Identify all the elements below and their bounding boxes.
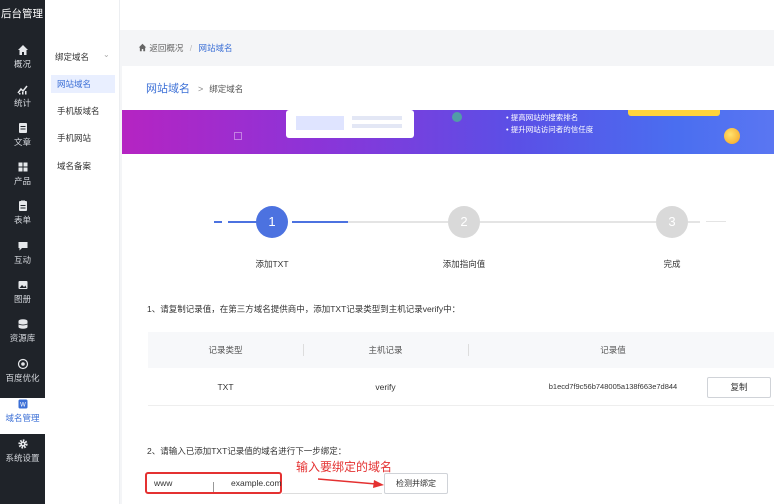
sidebar-item-articles[interactable]: 文章 [0, 122, 45, 158]
step-3-label: 完成 [663, 259, 681, 269]
chat-icon [18, 242, 27, 251]
record-value: b1ecd7f9c56b748005a138f663e7d844 [548, 382, 678, 391]
sidebar-item-resources[interactable]: 资源库 [0, 318, 45, 354]
submenu-item-site-domain[interactable]: 网站域名 [51, 75, 115, 93]
domain-icon: W [18, 399, 27, 409]
step-1-circle: 1 [256, 206, 288, 238]
instruction-step-1: 1、请复制记录值，在第三方域名提供商中，添加TXT记录类型到主机记录verify… [147, 304, 461, 314]
domain-input[interactable]: www example.com [145, 472, 282, 494]
submenu-item-mobile-site[interactable]: 手机网站 [51, 129, 115, 147]
banner-illustration-card [286, 110, 414, 138]
submenu-item-mobile-domain[interactable]: 手机版域名 [51, 102, 115, 120]
sidebar-item-baidu-seo[interactable]: 百度优化 [0, 358, 45, 394]
banner-benefits: • 提高网站的搜索排名 • 提升网站访问者的信任度 [506, 113, 594, 134]
main-panel: 网站域名 > 绑定域名 • 提高网站的搜索排名 • 提升网站访问者的信任度 1 2 … [122, 66, 774, 504]
seo-icon [17, 358, 28, 370]
instruction-step-2: 2、请输入已添加TXT记录值的域名进行下一步绑定： [147, 446, 347, 456]
home-icon [138, 43, 147, 52]
shield-icon [452, 112, 462, 122]
sidebar-item-system-settings[interactable]: 系统设置 [0, 438, 45, 474]
chevron-down-icon: ⌄ [103, 50, 110, 59]
step-3-circle: 3 [656, 206, 688, 238]
chevron-right-icon: > [198, 84, 204, 94]
grid-icon [18, 162, 27, 172]
sidebar-item-interaction[interactable]: 互动 [0, 240, 45, 276]
progress-steps: 1 2 3 添加TXT 添加指向值 完成 [122, 198, 774, 278]
lock-icon [234, 132, 242, 140]
sidebar-item-stats[interactable]: 统计 [0, 83, 45, 119]
sidebar-item-overview[interactable]: 概况 [0, 44, 45, 80]
promo-banner: • 提高网站的搜索排名 • 提升网站访问者的信任度 [122, 110, 774, 154]
sidebar-item-gallery[interactable]: 图册 [0, 279, 45, 315]
home-icon [17, 45, 28, 55]
step-2-label: 添加指向值 [442, 259, 486, 269]
table-header: 记录类型 主机记录 记录值 [148, 332, 774, 368]
breadcrumb-current: 网站域名 [198, 43, 233, 53]
breadcrumb-home-link[interactable]: 返回概况 [149, 43, 183, 53]
top-header [120, 0, 774, 30]
step-1-label: 添加TXT [255, 259, 289, 269]
main-sidebar: 后台管理 概况 统计 文章 产品 表单 互动 图册 资源库 百度优化 W 域名管… [0, 0, 45, 504]
copy-button[interactable]: 复制 [707, 377, 771, 398]
domain-prefix-field[interactable]: www [154, 474, 172, 492]
document-icon [18, 123, 27, 133]
page-title: 网站域名 > 绑定域名 [146, 83, 244, 95]
submenu-item-domain-icp[interactable]: 域名备案 [51, 157, 115, 175]
coin-badge-icon [724, 128, 740, 144]
submenu-group-bind-domain[interactable]: 绑定域名 ⌄ [55, 50, 110, 63]
form-icon [18, 200, 27, 211]
domain-name-field[interactable]: example.com [231, 474, 282, 492]
annotation-label: 输入要绑定的域名 [296, 460, 393, 474]
banner-cta-button[interactable] [628, 110, 720, 116]
domain-submenu: 绑定域名 ⌄ 网站域名 手机版域名 手机网站 域名备案 [45, 0, 120, 504]
image-icon [18, 281, 27, 289]
red-arrow-annotation [318, 478, 384, 488]
chart-icon [16, 85, 28, 95]
breadcrumb: 返回概况 / 网站域名 [120, 38, 774, 58]
dns-record-table: 记录类型 主机记录 记录值 TXT verify b1ecd7f9c56b748… [148, 332, 774, 406]
gear-icon [17, 439, 28, 449]
app-title: 后台管理 [1, 8, 43, 20]
table-row: TXT verify b1ecd7f9c56b748005a138f663e7d… [148, 368, 774, 406]
database-icon [17, 319, 28, 329]
check-and-bind-button[interactable]: 检测并绑定 [384, 473, 448, 494]
sidebar-item-products[interactable]: 产品 [0, 161, 45, 197]
svg-text:W: W [20, 402, 26, 409]
sidebar-item-forms[interactable]: 表单 [0, 200, 45, 236]
sidebar-item-domain-management[interactable]: W 域名管理 [0, 398, 45, 434]
step-2-circle: 2 [448, 206, 480, 238]
